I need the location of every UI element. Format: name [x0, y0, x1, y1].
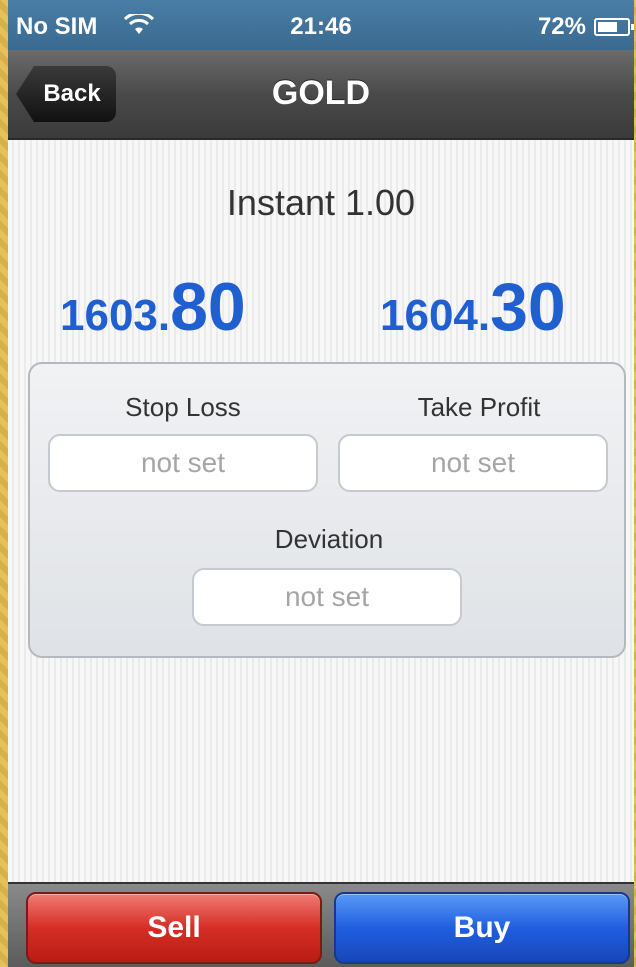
status-bar: No SIM 21:46 72%: [8, 0, 634, 50]
order-type-label: Instant 1.00: [226, 182, 416, 223]
ask-price: 1604.30: [380, 268, 566, 346]
deviation-label: Deviation: [274, 524, 384, 554]
bid-price-pips: 80: [170, 269, 246, 345]
ask-price-pips: 30: [490, 269, 566, 345]
device-frame: No SIM 21:46 72% Back GOLD Instant 1.00 …: [0, 0, 636, 967]
bid-price-major: 1603.: [60, 291, 171, 340]
buy-button[interactable]: Buy: [334, 892, 630, 964]
page-title: GOLD: [271, 74, 371, 112]
sell-button[interactable]: Sell: [26, 892, 322, 964]
bid-price: 1603.80: [60, 268, 246, 346]
deviation-field[interactable]: not set: [192, 568, 462, 626]
bottom-toolbar: Sell Buy: [8, 882, 634, 967]
take-profit-field[interactable]: not set: [338, 434, 608, 492]
order-content: Instant 1.00 1603.80 1604.30 Stop Loss T…: [8, 140, 634, 882]
order-parameters-panel: Stop Loss Take Profit not set not set De…: [28, 362, 626, 658]
battery-icon: [594, 18, 634, 36]
stop-loss-field[interactable]: not set: [48, 434, 318, 492]
battery-percent: 72%: [537, 13, 586, 40]
ask-price-major: 1604.: [380, 291, 491, 340]
take-profit-label: Take Profit: [417, 392, 541, 422]
stop-loss-label: Stop Loss: [125, 392, 241, 422]
navigation-bar: Back GOLD: [8, 50, 634, 140]
app-screen: No SIM 21:46 72% Back GOLD Instant 1.00 …: [8, 0, 634, 967]
